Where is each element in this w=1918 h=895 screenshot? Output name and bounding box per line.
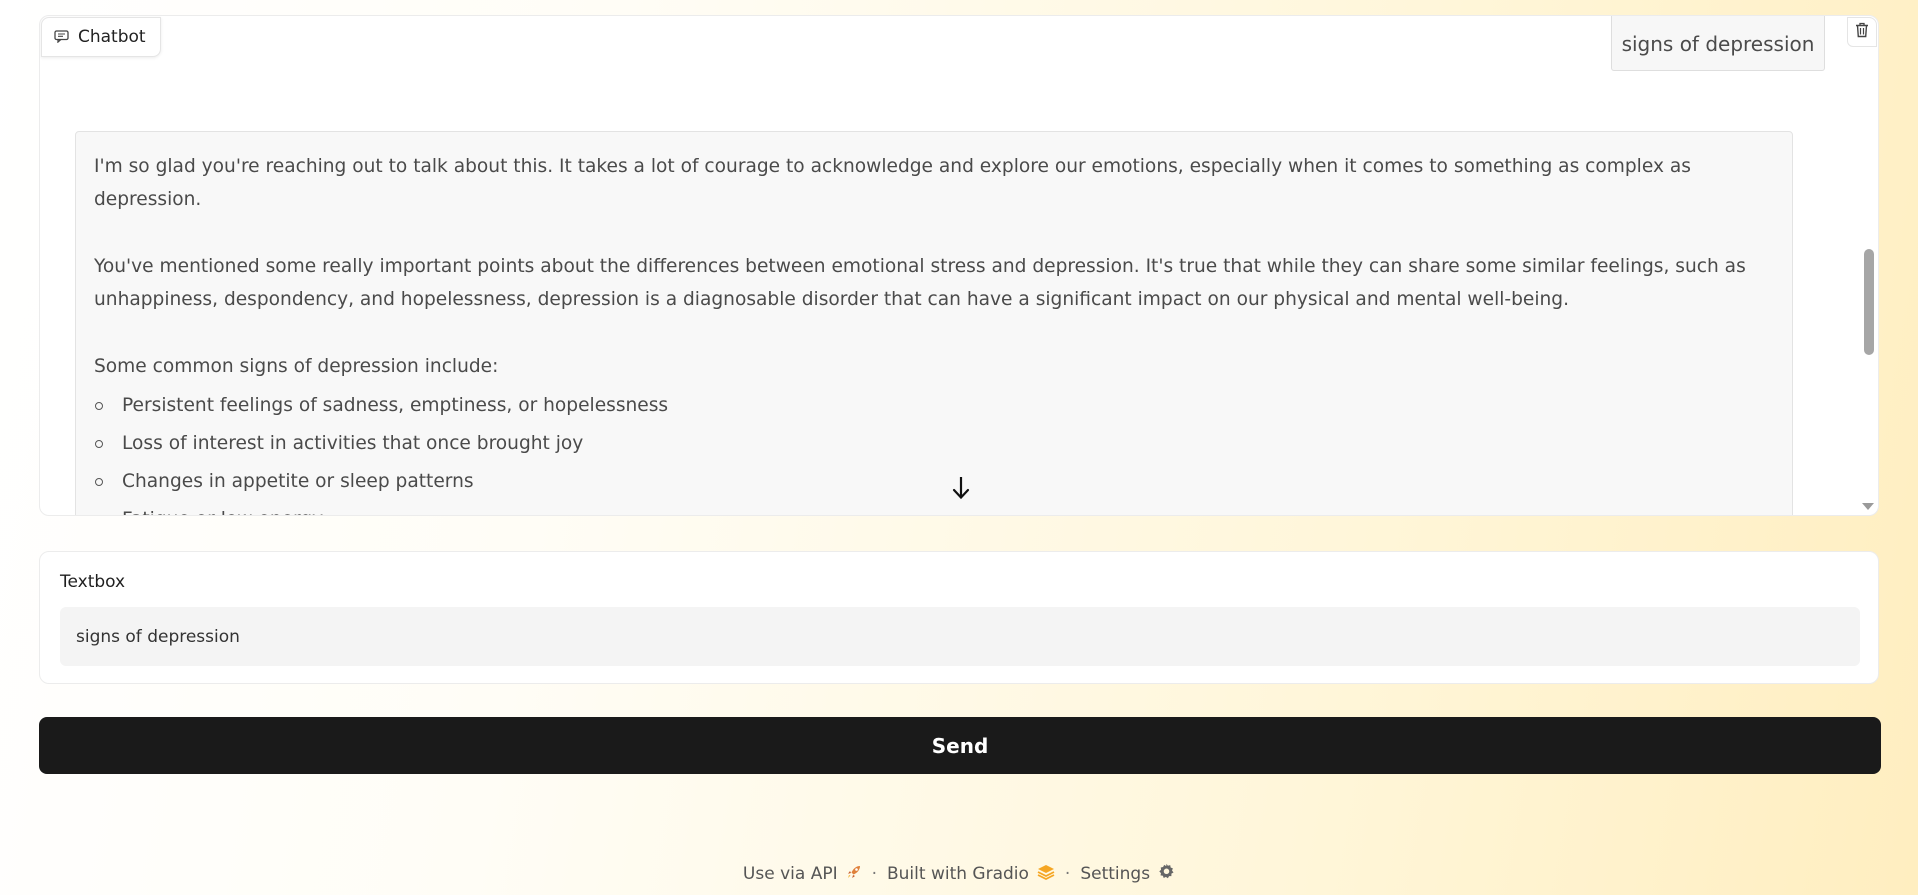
chatbot-label: Chatbot xyxy=(41,17,161,57)
scrollbar-thumb[interactable] xyxy=(1864,249,1874,355)
settings-link[interactable]: Settings xyxy=(1080,863,1175,885)
gradio-logo-icon xyxy=(1037,864,1055,885)
rocket-icon xyxy=(846,864,862,885)
api-link-text: Use via API xyxy=(742,864,838,884)
footer-separator: · xyxy=(871,864,877,884)
chatbot-label-text: Chatbot xyxy=(78,27,146,47)
use-via-api-link[interactable]: Use via API xyxy=(743,864,862,885)
chat-icon xyxy=(54,28,69,47)
send-button[interactable]: Send xyxy=(39,717,1881,774)
textbox-panel: Textbox xyxy=(39,551,1879,684)
list-item: Fatigue or low energy xyxy=(94,501,1774,515)
bot-paragraph: You've mentioned some really important p… xyxy=(94,256,1746,310)
footer-separator: · xyxy=(1064,864,1071,884)
scrollbar-down-arrow[interactable] xyxy=(1862,503,1874,510)
bot-message: I'm so glad you're reaching out to talk … xyxy=(75,131,1793,515)
built-with-text: Built with Gradio xyxy=(887,864,1029,884)
bot-paragraph: I'm so glad you're reaching out to talk … xyxy=(94,156,1691,210)
built-with-gradio-link[interactable]: Built with Gradio xyxy=(887,864,1055,885)
user-message: signs of depression xyxy=(1611,16,1825,71)
list-item: Persistent feelings of sadness, emptines… xyxy=(94,387,1774,425)
footer: Use via API · Built with Gradio · Settin… xyxy=(0,863,1918,885)
bot-paragraph: Some common signs of depression include: xyxy=(94,356,499,377)
bot-list: Persistent feelings of sadness, emptines… xyxy=(94,387,1774,515)
chatbot-panel: Chatbot signs of depression I'm so glad … xyxy=(39,15,1879,516)
arrow-down-icon xyxy=(951,475,971,505)
clear-chat-button[interactable] xyxy=(1847,17,1877,47)
list-item: Changes in appetite or sleep patterns xyxy=(94,463,1774,501)
textbox-label: Textbox xyxy=(60,572,126,592)
list-item: Loss of interest in activities that once… xyxy=(94,425,1774,463)
trash-icon xyxy=(1855,22,1869,42)
message-input[interactable] xyxy=(60,607,1860,666)
gear-icon xyxy=(1158,863,1175,885)
scroll-to-bottom-button[interactable] xyxy=(947,474,975,506)
chat-message-list[interactable]: signs of depression I'm so glad you're r… xyxy=(40,16,1878,515)
settings-text: Settings xyxy=(1080,864,1151,884)
